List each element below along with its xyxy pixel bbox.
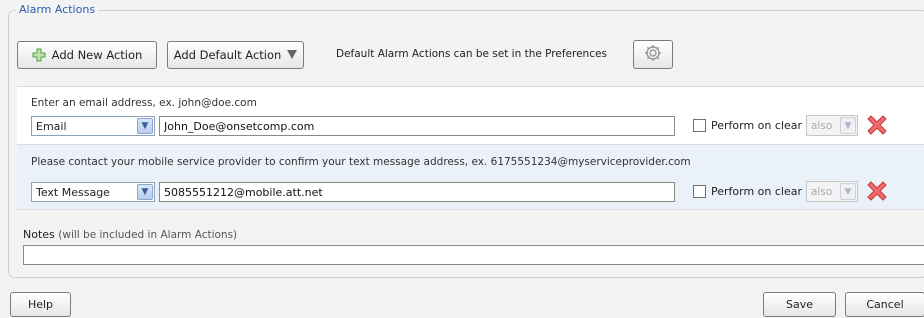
- notes-label: Notes (will be included in Alarm Actions…: [23, 228, 237, 241]
- checkbox-box[interactable]: [693, 185, 706, 198]
- action-address-input[interactable]: [159, 116, 675, 136]
- action-type-value: Text Message: [36, 185, 110, 199]
- plus-icon: [32, 48, 46, 62]
- perform-when-value: also: [811, 185, 833, 198]
- preferences-hint: Default Alarm Actions can be set in the …: [336, 48, 607, 60]
- add-new-action-button[interactable]: Add New Action: [17, 41, 157, 69]
- gear-icon: [643, 43, 663, 66]
- save-button[interactable]: Save: [763, 292, 836, 317]
- preferences-button[interactable]: [633, 40, 673, 69]
- action-address-input[interactable]: [159, 182, 675, 202]
- action-type-select[interactable]: Email ▼: [31, 116, 155, 136]
- add-new-action-label: Add New Action: [51, 48, 143, 62]
- cancel-button[interactable]: Cancel: [845, 292, 924, 317]
- perform-on-clear-checkbox[interactable]: Perform on clear: [693, 185, 802, 198]
- group-legend: Alarm Actions: [16, 3, 99, 16]
- checkbox-box[interactable]: [693, 119, 706, 132]
- alarm-actions-toolbar: Add New Action Add Default Action Defaul…: [17, 40, 917, 69]
- chevron-down-icon[interactable]: ▼: [137, 118, 153, 134]
- perform-when-select: also ▼: [806, 115, 858, 136]
- action-row-text-message: Please contact your mobile service provi…: [17, 144, 924, 210]
- delete-x-icon: [864, 115, 890, 141]
- perform-when-value: also: [811, 119, 833, 132]
- action-hint: Enter an email address, ex. john@doe.com: [31, 97, 257, 109]
- add-default-action-label: Add Default Action: [173, 48, 282, 62]
- action-type-value: Email: [36, 119, 67, 133]
- notes-input[interactable]: [23, 245, 924, 265]
- delete-action-button[interactable]: [864, 112, 890, 138]
- notes-title: Notes: [23, 228, 55, 241]
- perform-when-select: also ▼: [806, 181, 858, 202]
- delete-x-icon: [864, 181, 890, 207]
- action-row-email: Enter an email address, ex. john@doe.com…: [17, 86, 924, 144]
- chevron-down-icon: ▼: [840, 117, 856, 134]
- chevron-down-icon[interactable]: ▼: [137, 184, 153, 200]
- help-button[interactable]: Help: [10, 292, 71, 317]
- action-type-select[interactable]: Text Message ▼: [31, 182, 155, 202]
- caret-down-icon: [287, 49, 298, 62]
- notes-sublabel: (will be included in Alarm Actions): [58, 229, 238, 241]
- action-hint: Please contact your mobile service provi…: [31, 156, 691, 168]
- perform-on-clear-checkbox[interactable]: Perform on clear: [693, 119, 802, 132]
- add-default-action-button[interactable]: Add Default Action: [167, 41, 304, 69]
- perform-on-clear-label: Perform on clear: [711, 119, 803, 132]
- perform-on-clear-label: Perform on clear: [711, 185, 803, 198]
- chevron-down-icon: ▼: [840, 183, 856, 200]
- delete-action-button[interactable]: [864, 178, 890, 204]
